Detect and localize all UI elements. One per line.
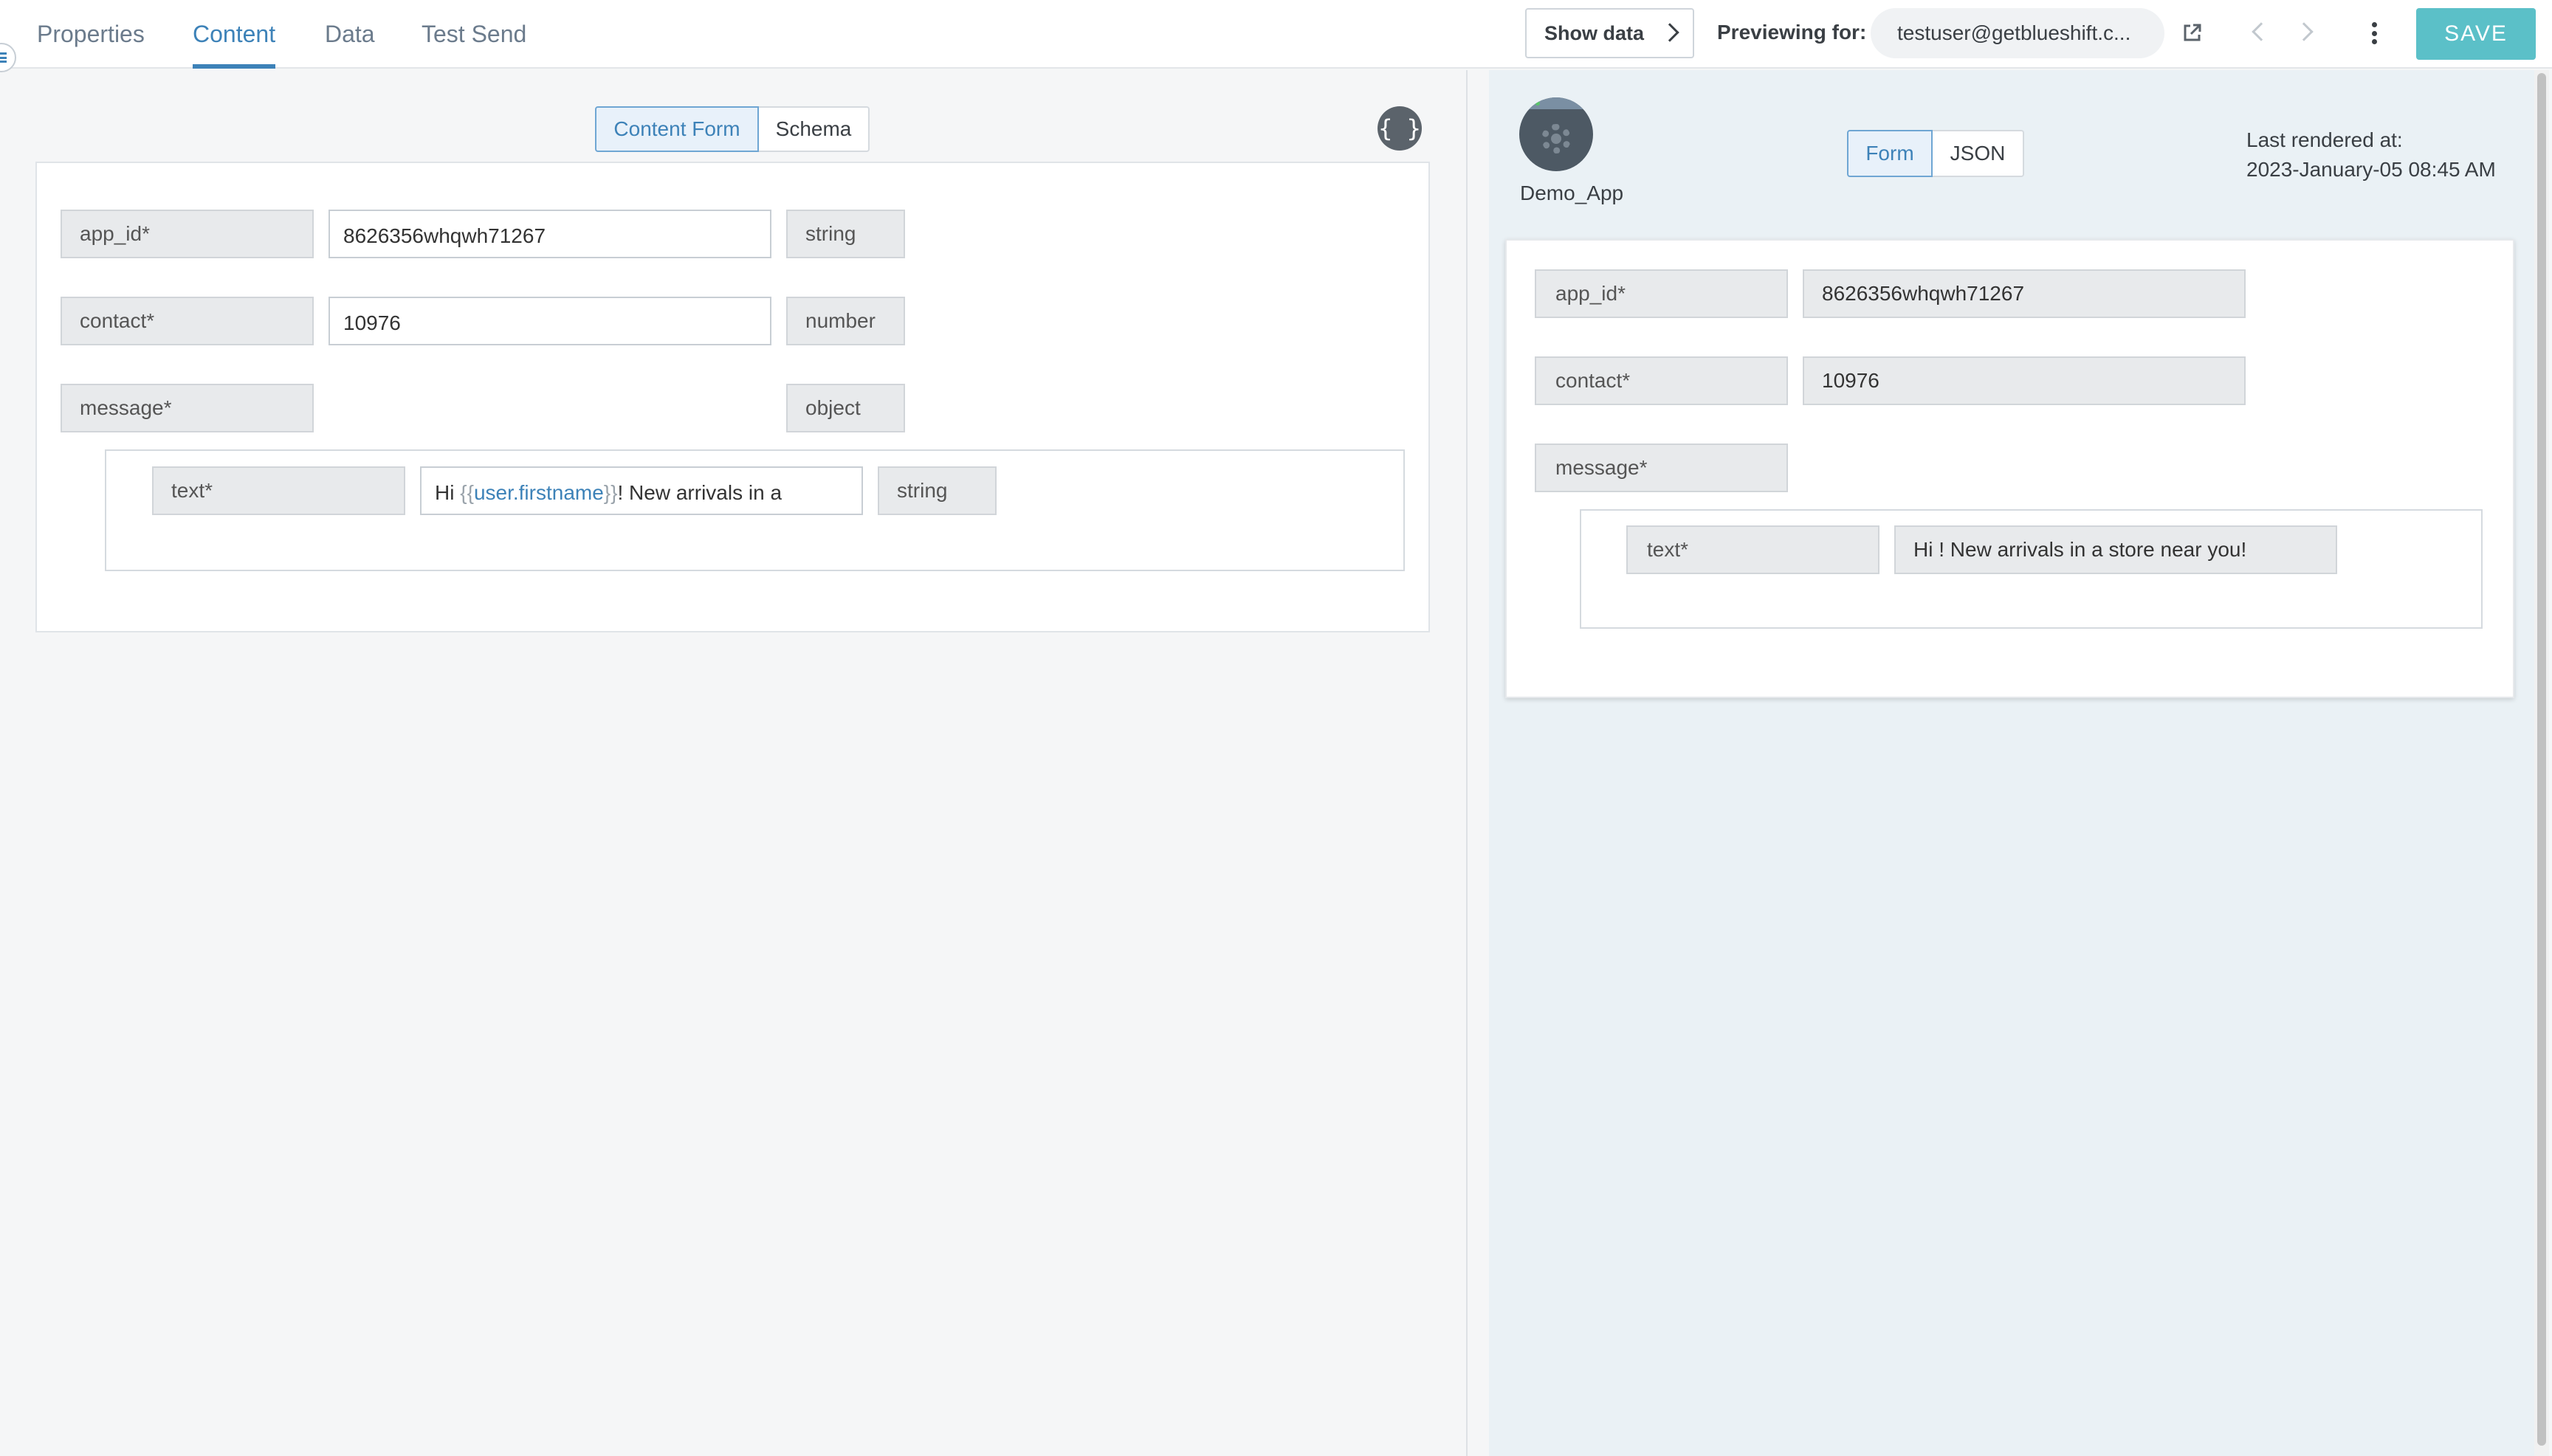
app-gear-icon <box>1519 97 1593 171</box>
preview-mode-tabs: Form JSON <box>1847 130 2024 177</box>
app-name: Demo_App <box>1520 182 1624 204</box>
chevron-right-icon <box>1660 23 1679 42</box>
editor-mode-tabs: Content Form Schema <box>595 106 870 152</box>
tab-content[interactable]: Content <box>193 19 276 69</box>
tab-test-send[interactable]: Test Send <box>422 19 526 69</box>
app-id-input[interactable]: 8626356whqwh71267 <box>329 210 771 258</box>
preview-field-key: message* <box>1535 444 1788 492</box>
field-key: text* <box>152 466 405 515</box>
contact-input[interactable]: 10976 <box>329 297 771 345</box>
preview-field-value: 8626356whqwh71267 <box>1803 269 2246 318</box>
preview-field-key: text* <box>1626 525 1879 574</box>
scrollbar-thumb[interactable] <box>2537 73 2546 1446</box>
preview-field-key: contact* <box>1535 356 1788 405</box>
save-button[interactable]: SAVE <box>2416 8 2536 60</box>
field-type: string <box>786 210 905 258</box>
field-type: number <box>786 297 905 345</box>
tab-schema[interactable]: Schema <box>759 106 870 152</box>
field-key: message* <box>61 384 314 432</box>
show-data-button[interactable]: Show data <box>1525 8 1694 58</box>
text-suffix: ! New arrivals in a <box>617 481 783 504</box>
last-rendered-time: 2023-January-05 08:45 AM <box>2246 158 2496 181</box>
top-bar: Properties Content Data Test Send Show d… <box>0 0 2552 69</box>
field-key: contact* <box>61 297 314 345</box>
template-open: {{ <box>460 481 474 504</box>
field-type: object <box>786 384 905 432</box>
preview-user-select[interactable]: testuser@getblueshift.c... <box>1871 8 2164 58</box>
field-type: string <box>878 466 997 515</box>
template-close: }} <box>603 481 618 504</box>
tab-properties[interactable]: Properties <box>37 19 145 69</box>
preview-field-value: 10976 <box>1803 356 2246 405</box>
preview-field-value: Hi ! New arrivals in a store near you! <box>1894 525 2337 574</box>
braces-icon[interactable]: { } <box>1378 106 1422 151</box>
tab-form[interactable]: Form <box>1847 130 1933 177</box>
next-user-icon[interactable] <box>2294 22 2314 41</box>
field-key: app_id* <box>61 210 314 258</box>
previewing-label: Previewing for: <box>1717 21 1867 44</box>
tab-json[interactable]: JSON <box>1933 130 2024 177</box>
show-data-label: Show data <box>1544 21 1645 44</box>
tab-content-form[interactable]: Content Form <box>595 106 759 152</box>
previous-user-icon[interactable] <box>2252 22 2271 41</box>
last-rendered-label: Last rendered at: <box>2246 128 2403 151</box>
preview-field-key: app_id* <box>1535 269 1788 318</box>
template-variable: user.firstname <box>473 481 604 504</box>
text-prefix: Hi <box>435 481 461 504</box>
tab-data[interactable]: Data <box>325 19 375 69</box>
last-rendered-info: Last rendered at: 2023-January-05 08:45 … <box>2246 125 2496 184</box>
external-link-icon[interactable] <box>2182 22 2203 43</box>
more-options-icon[interactable] <box>2371 22 2377 44</box>
text-input[interactable]: Hi {{ user.firstname }} ! New arrivals i… <box>420 466 863 515</box>
